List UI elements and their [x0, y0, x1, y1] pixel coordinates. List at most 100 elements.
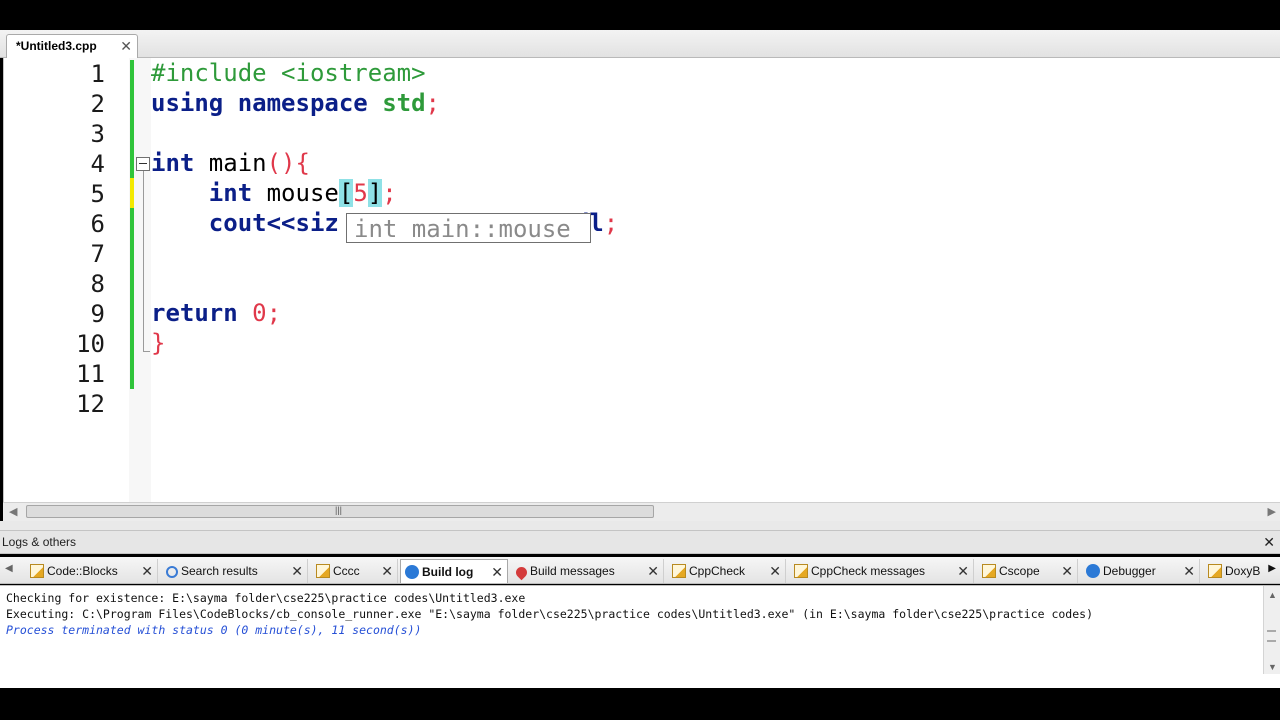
close-icon[interactable]: ✕ — [1061, 563, 1073, 580]
close-icon[interactable]: ✕ — [120, 38, 132, 55]
tab-codeblocks[interactable]: Code::Blocks ✕ — [26, 559, 158, 583]
search-icon — [166, 566, 178, 578]
line-number-gutter: 1 2 3 4 5 6 7 8 9 10 11 12 — [4, 58, 129, 502]
tab-cppcheck[interactable]: CppCheck ✕ — [668, 559, 786, 583]
build-log-output[interactable]: Checking for existence: E:\sayma folder\… — [0, 585, 1280, 688]
grip-icon — [1267, 630, 1276, 642]
line-number: 3 — [90, 120, 105, 148]
number-literal: 0 — [237, 299, 267, 327]
close-icon[interactable]: ✕ — [1183, 563, 1195, 580]
tab-cscope[interactable]: Cscope ✕ — [978, 559, 1078, 583]
editor-tab-bar: *Untitled3.cpp ✕ — [0, 30, 1280, 58]
changed-lines-marker — [130, 208, 134, 389]
semicolon: ; — [425, 89, 440, 117]
fold-guide-end — [143, 351, 150, 352]
keyword: return — [151, 299, 238, 327]
code-line-1: #include <iostream> — [151, 59, 426, 89]
tab-label: CppCheck messages — [811, 564, 926, 578]
tab-cppcheck-messages[interactable]: CppCheck messages ✕ — [790, 559, 974, 583]
gear-icon — [1086, 564, 1100, 578]
line-number: 12 — [76, 390, 105, 418]
note-icon — [1208, 564, 1222, 578]
keyword: int — [208, 179, 253, 207]
scroll-thumb[interactable]: ||| — [26, 505, 654, 518]
line-number: 4 — [90, 150, 105, 178]
fold-collapse-icon[interactable] — [136, 157, 150, 171]
bottom-letterbox — [0, 688, 1280, 720]
fold-guide — [143, 171, 144, 351]
close-icon[interactable]: ✕ — [491, 564, 503, 581]
log-status-line: Process terminated with status 0 (0 minu… — [6, 623, 422, 637]
note-icon — [316, 564, 330, 578]
editor-tab-untitled3[interactable]: *Untitled3.cpp ✕ — [6, 34, 138, 58]
note-icon — [982, 564, 996, 578]
grip-icon: ||| — [335, 505, 343, 515]
changed-lines-marker — [130, 60, 134, 178]
tab-cccc[interactable]: Cccc ✕ — [312, 559, 398, 583]
operator: << — [266, 209, 296, 237]
line-number: 9 — [90, 300, 105, 328]
code-editor[interactable]: 1 2 3 4 5 6 7 8 9 10 11 12 #include <ios… — [3, 58, 1280, 502]
note-icon — [30, 564, 44, 578]
bracket-close: ] — [367, 179, 383, 207]
code-line-9: return 0; — [151, 299, 281, 329]
tab-scroll-left-icon[interactable]: ◀ — [5, 563, 13, 574]
identifier: main — [194, 149, 267, 177]
symbol-tooltip: int main::mouse — [346, 213, 591, 243]
tab-label: Cscope — [999, 564, 1040, 578]
log-line: Checking for existence: E:\sayma folder\… — [6, 591, 526, 605]
bracket-open: [ — [338, 179, 354, 207]
code-line-2: using namespace std; — [151, 89, 440, 119]
tab-label: DoxyB — [1225, 564, 1261, 578]
line-number: 11 — [76, 360, 105, 388]
semicolon: ; — [382, 179, 397, 207]
close-icon[interactable]: ✕ — [381, 563, 393, 580]
panel-splitter[interactable] — [0, 521, 1280, 530]
identifier: siz — [295, 209, 339, 237]
logs-panel-header: Logs & others ✕ — [0, 530, 1280, 554]
editor-horizontal-scrollbar[interactable]: ◀ ||| ▶ — [3, 502, 1280, 521]
close-icon[interactable]: ✕ — [957, 563, 969, 580]
line-number: 8 — [90, 270, 105, 298]
tab-label: Search results — [181, 564, 258, 578]
pin-icon — [513, 564, 530, 581]
scroll-up-icon[interactable]: ▲ — [1268, 590, 1277, 600]
close-icon[interactable]: ✕ — [647, 563, 659, 580]
tab-doxyblocks[interactable]: DoxyB — [1204, 559, 1264, 583]
close-icon[interactable]: ✕ — [1263, 534, 1275, 551]
line-number: 5 — [90, 180, 105, 208]
scroll-right-icon[interactable]: ▶ — [1268, 505, 1276, 518]
preprocessor-directive: #include <iostream> — [151, 59, 426, 87]
keyword: using namespace — [151, 89, 368, 117]
namespace-name: std — [367, 89, 426, 117]
tab-build-log[interactable]: Build log ✕ — [400, 559, 508, 583]
tab-label: CppCheck — [689, 564, 746, 578]
code-line-5: int mouse[5]; — [151, 179, 397, 209]
tab-debugger[interactable]: Debugger ✕ — [1082, 559, 1200, 583]
keyword: int — [151, 149, 195, 177]
scroll-left-icon[interactable]: ◀ — [9, 505, 17, 518]
code-line-4: int main(){ — [151, 149, 310, 179]
close-icon[interactable]: ✕ — [141, 563, 153, 580]
brace: } — [151, 329, 166, 357]
close-icon[interactable]: ✕ — [769, 563, 781, 580]
top-letterbox — [0, 0, 1280, 30]
line-number: 10 — [76, 330, 105, 358]
editor-tab-title: *Untitled3.cpp — [16, 39, 97, 53]
close-icon[interactable]: ✕ — [291, 563, 303, 580]
logs-tab-bar: ◀ Code::Blocks ✕ Search results ✕ Cccc ✕ Bu… — [0, 557, 1280, 584]
scroll-down-icon[interactable]: ▼ — [1268, 662, 1277, 672]
semicolon: ; — [603, 209, 619, 237]
log-vertical-scrollbar[interactable]: ▲ ▼ — [1263, 586, 1280, 674]
semicolon: ; — [266, 299, 282, 327]
tab-search-results[interactable]: Search results ✕ — [162, 559, 308, 583]
brace: (){ — [266, 149, 310, 177]
code-line-10: } — [151, 329, 165, 359]
gear-icon — [405, 565, 419, 579]
tab-label: Cccc — [333, 564, 360, 578]
note-icon — [672, 564, 686, 578]
tab-build-messages[interactable]: Build messages ✕ — [512, 559, 664, 583]
tab-scroll-right-icon[interactable]: ▶ — [1268, 563, 1276, 574]
